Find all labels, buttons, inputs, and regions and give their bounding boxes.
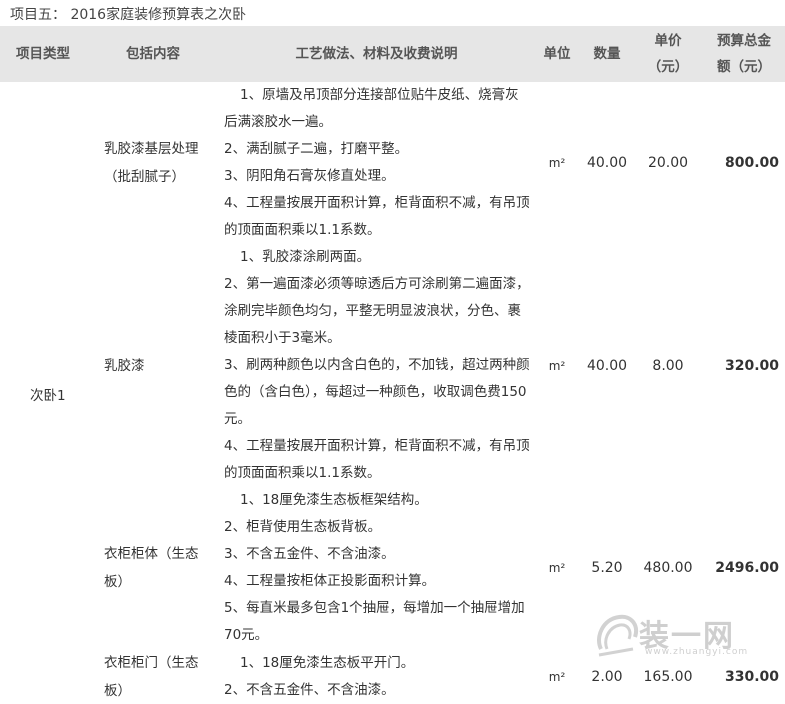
desc-line: 1、乳胶漆涂刷两面。 xyxy=(240,249,371,265)
total-cell: 330.00 xyxy=(724,669,779,685)
header-desc: 工艺做法、材料及收费说明 xyxy=(220,26,533,82)
include-cell: 乳胶漆基层处理 （批刮腻子） xyxy=(86,82,220,244)
desc-line: 4、工程量按柜体正投影面积计算。 xyxy=(224,573,436,589)
header-price-line1: 单价 xyxy=(654,33,682,49)
price-cell: 480.00 xyxy=(643,560,693,576)
desc-line: 2、柜背使用生态板背板。 xyxy=(224,519,382,535)
table-row: 次卧1 乳胶漆基层处理 （批刮腻子） 1、原墙及吊顶部分连接部位贴牛皮纸、烧膏灰… xyxy=(0,82,785,404)
include-line: 衣柜柜体（生态 xyxy=(104,546,199,562)
header-row: 项目类型 包括内容 工艺做法、材料及收费说明 单位 数量 单价 （元） 预算总金… xyxy=(0,26,785,82)
include-cell: 乳胶漆 xyxy=(86,244,220,487)
desc-line: 4、工程量按展开面积计算，柜背面积不减，有吊顶的顶面面积乘以1.1系数。 xyxy=(224,438,530,481)
include-line: 乳胶漆 xyxy=(104,357,145,374)
header-price: 单价 （元） xyxy=(633,26,703,82)
desc-line: 2、满刮腻子二遍，打磨平整。 xyxy=(224,141,409,157)
unit-cell: m² xyxy=(548,156,566,170)
total-cell: 320.00 xyxy=(724,357,779,374)
header-price-line2: （元） xyxy=(647,59,689,75)
desc-line: 3、不含五金件、不含油漆。 xyxy=(224,546,395,562)
table-row: 衣柜柜体（生态 板） 1、18厘免漆生态板框架结构。 2、柜背使用生态板背板。 … xyxy=(0,487,785,649)
header-unit: 单位 xyxy=(533,26,581,82)
include-line: 板） xyxy=(104,574,131,590)
desc-line: 3、刷两种颜色以内含白色的，不加钱，超过两种颜色的（含白色），每超过一种颜色，收… xyxy=(224,357,530,427)
total-cell: 2496.00 xyxy=(715,560,779,576)
desc-line: 2、不含五金件、不含油漆。 xyxy=(224,682,395,698)
qty-cell: 40.00 xyxy=(586,357,628,374)
header-total-line1: 预算总金 xyxy=(717,33,771,49)
unit-cell: m² xyxy=(548,670,566,684)
header-type: 项目类型 xyxy=(0,26,86,82)
desc-line: 4、工程量按展开面积计算，柜背面积不减，有吊顶的顶面面积乘以1.1系数。 xyxy=(224,195,530,238)
total-cell: 800.00 xyxy=(724,155,779,171)
include-line: 乳胶漆基层处理 xyxy=(104,141,199,157)
desc-line: 3、阴阳角石膏灰修直处理。 xyxy=(224,168,395,184)
desc-cell: 1、18厘免漆生态板框架结构。 2、柜背使用生态板背板。 3、不含五金件、不含油… xyxy=(220,487,533,649)
qty-cell: 2.00 xyxy=(591,669,623,685)
include-line: 板） xyxy=(104,683,131,699)
unit-cell: m² xyxy=(548,561,566,575)
desc-line: 1、原墙及吊顶部分连接部位贴牛皮纸、烧膏灰后满滚胶水一遍。 xyxy=(224,87,519,130)
budget-page: 项目五： 2016家庭装修预算表之次卧 项目类型 包括内容 工艺做法、材料及收费… xyxy=(0,0,785,704)
include-line: （批刮腻子） xyxy=(104,169,185,185)
table-caption: 项目五： 2016家庭装修预算表之次卧 xyxy=(10,7,247,23)
include-line: 衣柜柜门（生态 xyxy=(104,655,199,671)
desc-cell: 1、乳胶漆涂刷两面。 2、第一遍面漆必须等晾透后方可涂刷第二遍面漆， 涂刷完毕颜… xyxy=(220,244,533,487)
unit-cell: m² xyxy=(548,358,566,373)
include-cell: 衣柜柜门（生态 板） xyxy=(86,649,220,704)
table-row: 衣柜柜门（生态 板） 1、18厘免漆生态板平开门。 2、不含五金件、不含油漆。 … xyxy=(0,649,785,704)
table-row: 乳胶漆 1、乳胶漆涂刷两面。 2、第一遍面漆必须等晾透后方可涂刷第二遍面漆， 涂… xyxy=(0,244,785,487)
desc-line: 5、每直米最多包含1个抽屉，每增加一个抽屉增加70元。 xyxy=(224,600,525,643)
header-qty: 数量 xyxy=(581,26,633,82)
desc-cell: 1、18厘免漆生态板平开门。 2、不含五金件、不含油漆。 xyxy=(220,649,533,704)
room-cell: 次卧1 xyxy=(30,387,66,404)
desc-line: 2、第一遍面漆必须等晾透后方可涂刷第二遍面漆， 涂刷完毕颜色均匀，平整无明显波浪… xyxy=(224,276,530,346)
qty-cell: 40.00 xyxy=(586,155,628,171)
desc-line: 1、18厘免漆生态板框架结构。 xyxy=(240,492,428,508)
include-cell: 衣柜柜体（生态 板） xyxy=(86,487,220,649)
desc-line: 1、18厘免漆生态板平开门。 xyxy=(240,655,415,671)
header-total: 预算总金 额（元） xyxy=(703,26,785,82)
qty-cell: 5.20 xyxy=(591,560,623,576)
header-total-line2: 额（元） xyxy=(717,59,771,75)
desc-cell: 1、原墙及吊顶部分连接部位贴牛皮纸、烧膏灰后满滚胶水一遍。 2、满刮腻子二遍，打… xyxy=(220,82,533,244)
price-cell: 20.00 xyxy=(647,155,689,171)
price-cell: 8.00 xyxy=(652,357,684,374)
header-includes: 包括内容 xyxy=(86,26,220,82)
price-cell: 165.00 xyxy=(643,669,693,685)
budget-table: 项目类型 包括内容 工艺做法、材料及收费说明 单位 数量 单价 （元） 预算总金… xyxy=(0,26,785,704)
